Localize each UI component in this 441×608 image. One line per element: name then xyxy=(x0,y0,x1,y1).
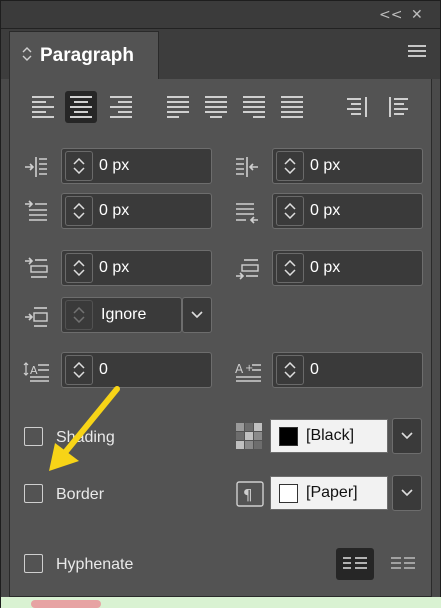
space-after-icon xyxy=(234,257,260,283)
right-indent-value[interactable]: 0 px xyxy=(310,157,340,175)
first-line-indent-value[interactable]: 0 px xyxy=(99,202,129,220)
border-color-selector[interactable]: [Paper] xyxy=(270,476,388,510)
shading-swatch-grid-icon[interactable] xyxy=(235,422,263,450)
justify-center-button[interactable] xyxy=(200,91,232,123)
space-after-value[interactable]: 0 px xyxy=(310,259,340,277)
shading-color-name: [Black] xyxy=(306,427,355,444)
close-panel-button[interactable]: ✕ xyxy=(411,7,423,23)
justify-all-button[interactable] xyxy=(276,91,308,123)
paragraph-composer-button[interactable] xyxy=(384,548,422,580)
left-indent-icon xyxy=(23,155,49,181)
drop-cap-lines-field[interactable]: 0 xyxy=(61,352,212,388)
left-indent-stepper[interactable] xyxy=(65,151,93,181)
shading-color-dropdown-button[interactable] xyxy=(392,418,422,454)
justify-right-button[interactable] xyxy=(238,91,270,123)
first-line-indent-stepper[interactable] xyxy=(65,196,93,226)
last-line-indent-value[interactable]: 0 px xyxy=(310,202,340,220)
chevron-down-icon xyxy=(401,489,413,497)
right-indent-stepper[interactable] xyxy=(276,151,304,181)
border-color-swatch xyxy=(279,483,298,503)
shading-color-selector[interactable]: [Black] xyxy=(270,419,388,453)
hyphenate-label: Hyphenate xyxy=(56,556,134,573)
svg-text:¶: ¶ xyxy=(243,486,253,504)
single-line-composer-icon xyxy=(343,557,367,569)
last-line-indent-field[interactable]: 0 px xyxy=(272,193,423,229)
panel-tab-row: Paragraph xyxy=(1,29,440,79)
space-before-value[interactable]: 0 px xyxy=(99,259,129,277)
border-color-dropdown-button[interactable] xyxy=(392,475,422,511)
align-to-grid-dropdown-button[interactable] xyxy=(182,297,212,333)
align-center-button[interactable] xyxy=(65,91,97,123)
border-settings-icon[interactable]: ¶ xyxy=(236,481,264,507)
align-to-grid-icon xyxy=(23,305,49,331)
single-line-composer-button[interactable] xyxy=(336,548,374,580)
border-checkbox[interactable] xyxy=(24,484,43,503)
svg-text:A: A xyxy=(30,364,38,377)
panel-title: Paragraph xyxy=(40,44,134,66)
paragraph-panel-window: << ✕ Paragraph 0 px 0 px 0 px 0 px 0 px … xyxy=(0,0,441,608)
drop-cap-characters-field[interactable]: 0 xyxy=(272,352,423,388)
drop-cap-lines-icon: A xyxy=(23,360,49,386)
align-right-button[interactable] xyxy=(105,91,137,123)
svg-text:A: A xyxy=(235,362,244,376)
chevron-down-icon xyxy=(401,432,413,440)
chevron-down-icon xyxy=(191,311,203,319)
first-line-indent-icon xyxy=(23,200,49,226)
drop-cap-characters-icon: A + xyxy=(234,360,261,386)
align-left-button[interactable] xyxy=(27,91,59,123)
left-indent-value[interactable]: 0 px xyxy=(99,157,129,175)
panel-title-bar: << ✕ xyxy=(1,1,440,29)
shading-checkbox[interactable] xyxy=(24,427,43,446)
space-after-stepper[interactable] xyxy=(276,253,304,283)
paragraph-controls: 0 px 0 px 0 px 0 px 0 px 0 px Ignore A 0… xyxy=(9,79,432,597)
border-label: Border xyxy=(56,486,105,503)
align-to-grid-value[interactable]: Ignore xyxy=(101,306,146,324)
align-to-grid-stepper[interactable] xyxy=(65,300,93,330)
expand-collapse-icon[interactable] xyxy=(22,46,32,65)
underlying-window-strip xyxy=(1,597,441,608)
align-away-from-spine-button[interactable] xyxy=(382,91,414,123)
hyphenate-checkbox[interactable] xyxy=(24,554,43,573)
align-away-from-spine-icon xyxy=(389,97,408,117)
justify-left-button[interactable] xyxy=(162,91,194,123)
first-line-indent-field[interactable]: 0 px xyxy=(61,193,212,229)
paragraph-composer-icon xyxy=(391,557,415,569)
left-indent-field[interactable]: 0 px xyxy=(61,148,212,184)
last-line-indent-icon xyxy=(234,200,260,226)
right-indent-field[interactable]: 0 px xyxy=(272,148,423,184)
drop-cap-characters-value[interactable]: 0 xyxy=(310,361,319,379)
drop-cap-characters-stepper[interactable] xyxy=(276,355,304,385)
shading-color-swatch xyxy=(279,426,298,446)
space-before-icon xyxy=(23,257,49,283)
align-toward-spine-icon xyxy=(347,97,367,117)
border-color-name: [Paper] xyxy=(306,484,358,501)
space-before-stepper[interactable] xyxy=(65,253,93,283)
shading-label: Shading xyxy=(56,429,115,446)
align-to-grid-field[interactable]: Ignore xyxy=(61,297,182,333)
collapse-panel-button[interactable]: << xyxy=(379,7,402,23)
align-toward-spine-button[interactable] xyxy=(340,91,372,123)
space-before-field[interactable]: 0 px xyxy=(61,250,212,286)
panel-menu-button[interactable] xyxy=(408,45,426,59)
tab-paragraph[interactable]: Paragraph xyxy=(9,31,159,79)
last-line-indent-stepper[interactable] xyxy=(276,196,304,226)
drop-cap-lines-stepper[interactable] xyxy=(65,355,93,385)
drop-cap-lines-value[interactable]: 0 xyxy=(99,361,108,379)
right-indent-icon xyxy=(234,155,260,181)
space-after-field[interactable]: 0 px xyxy=(272,250,423,286)
